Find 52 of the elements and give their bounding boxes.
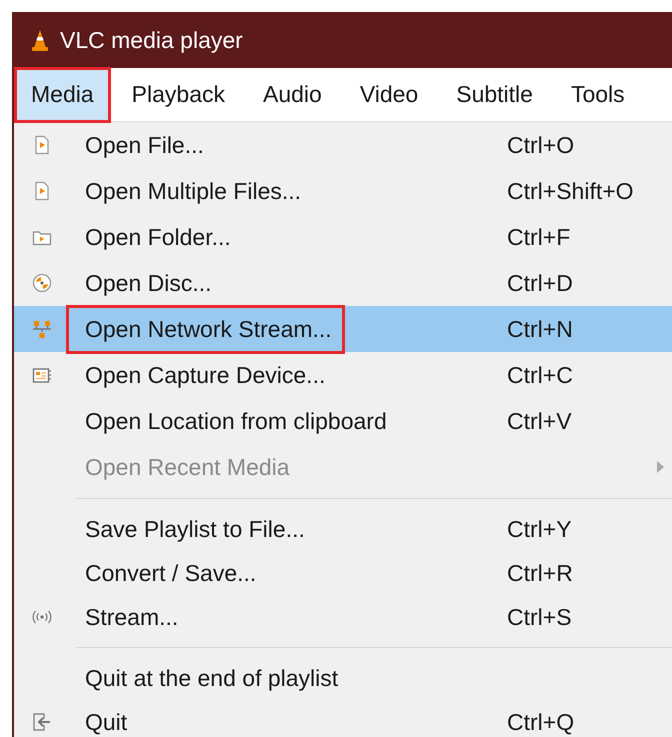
cone-icon — [30, 28, 50, 52]
menu-item-label: Quit at the end of playlist — [85, 664, 338, 692]
menu-item[interactable]: Open Folder... Ctrl+F — [14, 214, 672, 260]
menu-bar-item[interactable]: Audio — [246, 66, 339, 122]
menu-bar-item[interactable]: Tools — [554, 66, 642, 122]
menu-item[interactable]: Stream... Ctrl+S — [14, 595, 672, 639]
menu-item[interactable]: Save Playlist to File... Ctrl+Y — [14, 507, 672, 551]
shortcut-label: Ctrl+V — [507, 408, 572, 434]
disc-icon — [32, 273, 52, 293]
file-icon — [33, 181, 51, 201]
network-icon — [32, 320, 52, 338]
file-icon — [33, 135, 51, 155]
menu-item[interactable]: Open Multiple Files... Ctrl+Shift+O — [14, 168, 672, 214]
menu-item-label: Open Recent Media — [85, 454, 290, 480]
menu-item-label: Save Playlist to File... — [85, 516, 305, 542]
menu-item[interactable]: Convert / Save... Ctrl+R — [14, 551, 672, 595]
menu-item[interactable]: Open Disc... Ctrl+D — [14, 260, 672, 306]
shortcut-label: Ctrl+S — [507, 604, 572, 630]
menu-item-label: Open Multiple Files... — [85, 178, 302, 204]
menu-item[interactable]: Quit at the end of playlist — [14, 656, 672, 700]
menu-bar-item[interactable]: Playback — [114, 66, 242, 122]
menu-bar-item[interactable]: Subtitle — [439, 66, 550, 122]
menu-item[interactable]: Open Location from clipboard Ctrl+V — [14, 398, 672, 444]
menu-item-label: Open Capture Device... — [85, 362, 326, 388]
menu-item[interactable]: Open Network Stream... Ctrl+N — [14, 306, 672, 352]
menu-item[interactable]: Open File... Ctrl+O — [14, 122, 672, 168]
menu-item[interactable]: Open Capture Device... Ctrl+C — [14, 352, 672, 398]
menu-item-label: Open Location from clipboard — [85, 408, 387, 434]
shortcut-label: Ctrl+R — [507, 560, 573, 586]
menu-bar-item[interactable]: Media — [14, 66, 111, 122]
capture-card-icon — [32, 366, 52, 384]
menu-item-label: Open Folder... — [85, 224, 231, 250]
window-title: VLC media player — [60, 26, 243, 54]
shortcut-label: Ctrl+O — [507, 132, 574, 158]
menu-item-label: Quit — [85, 708, 128, 736]
shortcut-label: Ctrl+F — [507, 224, 570, 250]
shortcut-label: Ctrl+Shift+O — [507, 178, 634, 204]
menu-item-label: Open Disc... — [85, 270, 212, 296]
submenu-arrow-icon — [656, 460, 664, 474]
menu-item[interactable]: Quit Ctrl+Q — [14, 700, 672, 737]
shortcut-label: Ctrl+N — [507, 316, 573, 342]
shortcut-label: Ctrl+D — [507, 270, 573, 296]
menu-item-label: Stream... — [85, 604, 178, 630]
menu-item-label: Convert / Save... — [85, 560, 256, 586]
shortcut-label: Ctrl+Q — [507, 708, 574, 734]
menu-item-label: Open Network Stream... — [66, 304, 345, 354]
menu-bar-item[interactable]: Video — [342, 66, 436, 122]
broadcast-icon — [30, 609, 54, 625]
shortcut-label: Ctrl+C — [507, 362, 573, 388]
menu-item-label: Open File... — [85, 132, 204, 158]
shortcut-label: Ctrl+Y — [507, 516, 572, 542]
exit-icon — [32, 712, 52, 732]
